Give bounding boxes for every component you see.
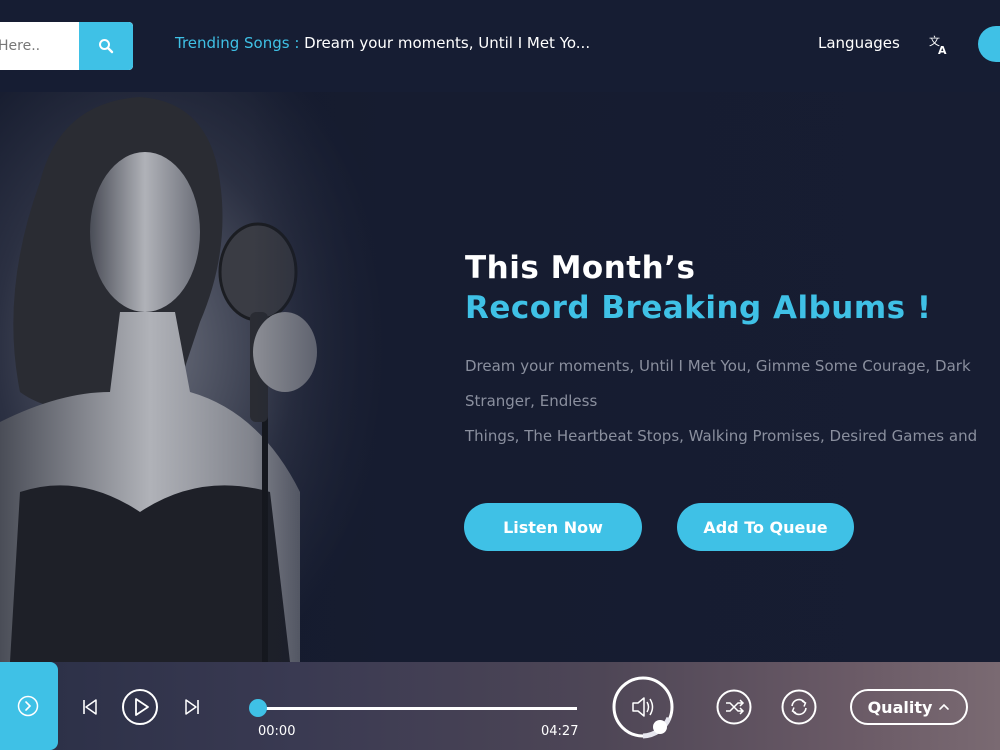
svg-text:A: A <box>938 44 947 56</box>
progress-handle[interactable] <box>249 699 267 717</box>
hero-title: This Month’s <box>465 250 696 286</box>
hero-description-line: Dream your moments, Until I Met You, Gim… <box>465 357 971 375</box>
quality-label: Quality <box>867 697 933 717</box>
hero-banner: This Month’s Record Breaking Albums ! Dr… <box>0 92 1000 662</box>
top-header: Trending Songs : Dream your moments, Unt… <box>0 0 1000 92</box>
chevron-right-icon <box>17 695 39 717</box>
quality-dropdown[interactable]: Quality <box>850 689 968 725</box>
next-icon[interactable] <box>182 697 202 717</box>
trending-songs-link[interactable]: Dream your moments, Until I Met Yo... <box>304 34 590 52</box>
search-box <box>0 22 133 70</box>
hero-description-line: Stranger, Endless <box>465 392 598 410</box>
shuffle-icon[interactable] <box>716 689 752 725</box>
previous-icon[interactable] <box>80 697 100 717</box>
translate-icon[interactable]: 文 A <box>928 34 950 56</box>
current-time: 00:00 <box>258 724 296 739</box>
profile-button[interactable] <box>978 26 1000 62</box>
listen-now-button[interactable]: Listen Now <box>464 503 642 551</box>
languages-button[interactable]: Languages <box>818 34 900 52</box>
hero-subtitle: Record Breaking Albums ! <box>465 290 932 326</box>
trending-songs: Trending Songs : Dream your moments, Unt… <box>175 34 590 52</box>
add-to-queue-button[interactable]: Add To Queue <box>677 503 854 551</box>
search-input[interactable] <box>0 22 80 70</box>
trending-label: Trending Songs : <box>175 34 300 52</box>
singer-image <box>0 92 420 662</box>
repeat-icon[interactable] <box>781 689 817 725</box>
player-toggle-button[interactable] <box>0 662 58 750</box>
search-icon <box>99 39 114 54</box>
play-icon[interactable] <box>121 688 159 726</box>
total-time: 04:27 <box>541 724 579 739</box>
music-player-bar: 00:00 04:27 Quality <box>0 662 1000 750</box>
progress-track[interactable] <box>257 707 577 710</box>
search-button[interactable] <box>79 22 133 70</box>
chevron-up-icon <box>939 703 950 710</box>
volume-icon[interactable] <box>609 673 677 741</box>
hero-description-line: Things, The Heartbeat Stops, Walking Pro… <box>465 427 978 445</box>
